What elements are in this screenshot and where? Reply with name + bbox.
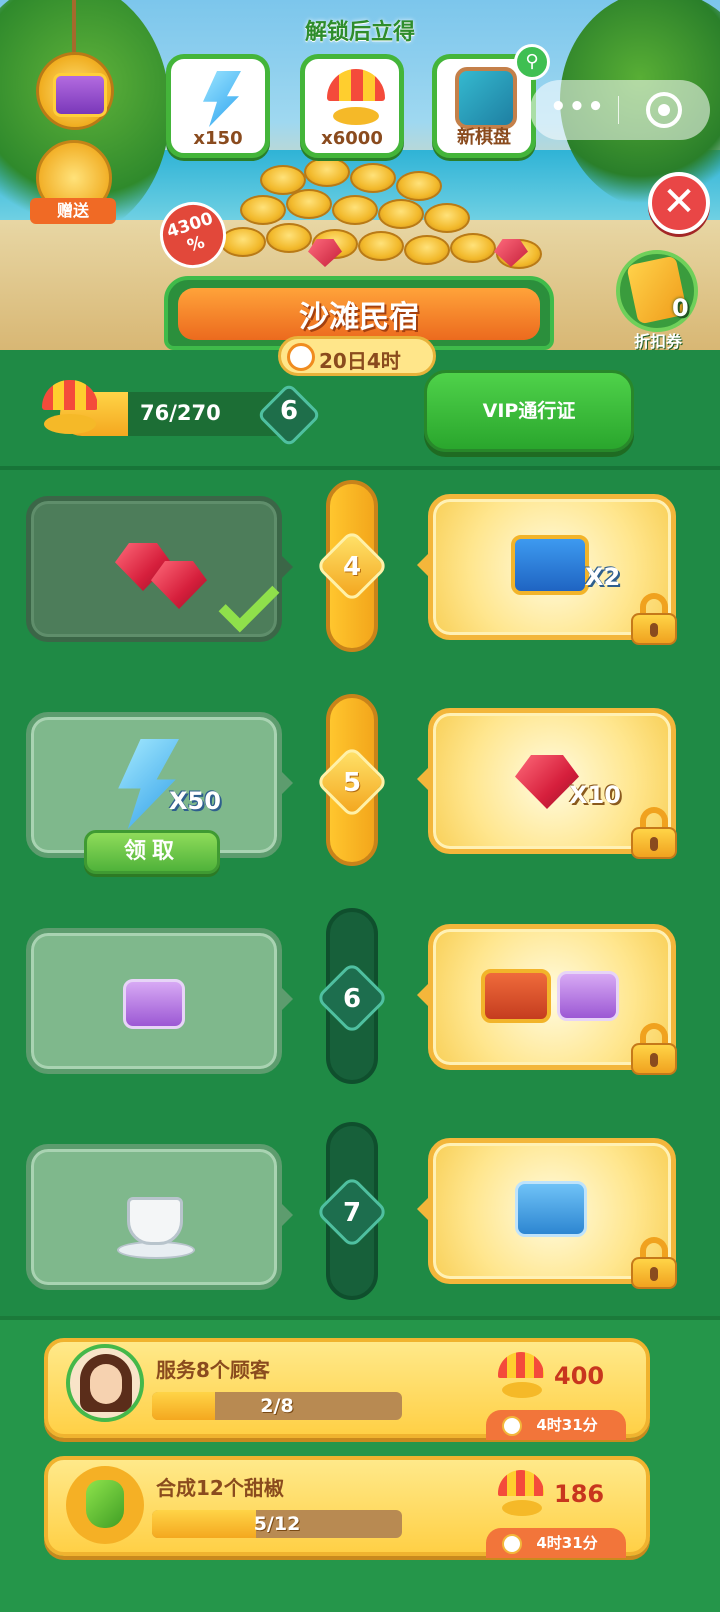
exit-target-icon[interactable]	[646, 92, 682, 128]
level-number: 6	[279, 396, 299, 426]
vip-pass-button[interactable]: VIP通行证	[424, 370, 634, 452]
vip-reward-card: X10	[417, 708, 677, 859]
task-title: 合成12个甜椒	[156, 1476, 284, 1500]
energy-bolt-icon	[118, 739, 179, 829]
coupon-label: 折扣券	[633, 332, 682, 351]
coupon-count: 0	[672, 294, 689, 322]
task-progress-text: 5/12	[253, 1513, 301, 1535]
treasure-chest-icon[interactable]	[36, 52, 114, 130]
vip-reward-card	[417, 1138, 677, 1289]
lock-icon	[631, 1023, 677, 1075]
hanging-rope	[72, 0, 76, 54]
cyan-chest-icon	[515, 1181, 587, 1237]
gift-label[interactable]: 赠送	[30, 198, 116, 224]
pass-progress-text: 76/270	[140, 401, 221, 425]
unlock-reward-umbrella: x6000	[300, 54, 404, 158]
task-progress-text: 2/8	[260, 1395, 294, 1417]
unlock-reward-label: 新棋盘	[457, 127, 511, 148]
claim-button[interactable]: 领取	[84, 830, 220, 874]
section-divider	[0, 466, 720, 470]
customer-avatar-icon	[66, 1344, 144, 1422]
unlock-reward-energy: x150	[166, 54, 270, 158]
more-options-icon[interactable]: •••	[550, 92, 606, 122]
tier-number: 7	[342, 1198, 362, 1228]
unlock-rewards-title: 解锁后立得	[304, 20, 415, 45]
clock-icon	[287, 343, 315, 371]
task-progress-bar: 2/8	[152, 1392, 402, 1420]
task-card: 合成12个甜椒 5/12 186 4时31分	[44, 1456, 650, 1558]
task-reward-amount: 186	[554, 1480, 605, 1508]
tea-cup-icon	[127, 1197, 183, 1245]
task-progress-bar: 5/12	[152, 1510, 402, 1538]
tier-number: 5	[342, 768, 362, 798]
purple-chest-icon	[557, 971, 619, 1021]
energy-bolt-icon	[203, 71, 241, 127]
coupon-widget[interactable]: 0 折扣券	[612, 250, 704, 351]
reward-quantity: X50	[169, 787, 221, 815]
tier-number: 6	[342, 984, 362, 1014]
beach-umbrella-icon	[327, 69, 385, 127]
beach-umbrella-icon	[498, 1470, 546, 1518]
vip-reward-card	[417, 924, 677, 1075]
capsule-divider	[618, 96, 619, 124]
green-pepper-icon	[86, 1480, 124, 1528]
event-timer: 20日4时	[278, 336, 436, 376]
unlock-reward-label: x150	[193, 128, 243, 149]
lock-icon	[631, 1237, 677, 1289]
lock-icon	[631, 593, 677, 645]
event-timer-text: 20日4时	[319, 349, 401, 373]
magnifier-icon[interactable]: ⚲	[514, 44, 550, 80]
vip-reward-card: X2	[417, 494, 677, 645]
discount-badge-text: 4300 %	[164, 208, 216, 257]
red-chest-icon	[481, 969, 551, 1023]
free-reward-card	[26, 928, 293, 1074]
task-card: 服务8个顾客 2/8 400 4时31分	[44, 1338, 650, 1440]
close-icon: ✕	[662, 179, 696, 225]
blue-chest-icon	[511, 535, 589, 595]
beach-umbrella-icon	[498, 1352, 546, 1400]
mini-program-capsule: •••	[530, 80, 710, 140]
purple-chest-icon	[123, 979, 185, 1029]
tier-number: 4	[342, 552, 362, 582]
task-reward-amount: 400	[554, 1362, 605, 1390]
checkmark-icon	[218, 571, 280, 633]
close-button[interactable]: ✕	[648, 172, 710, 234]
new-board-icon	[455, 67, 517, 129]
unlock-reward-label: x6000	[321, 128, 383, 149]
reward-quantity: X10	[569, 781, 621, 809]
beach-umbrella-icon	[40, 380, 102, 442]
free-reward-card	[26, 1144, 293, 1290]
reward-quantity: X2	[585, 563, 621, 591]
lock-icon	[631, 807, 677, 859]
task-time-left: 4时31分	[486, 1410, 626, 1440]
event-title: 沙滩民宿	[299, 300, 419, 335]
task-title: 服务8个顾客	[156, 1358, 270, 1382]
task-time-left: 4时31分	[486, 1528, 626, 1558]
free-reward-card	[26, 496, 293, 642]
